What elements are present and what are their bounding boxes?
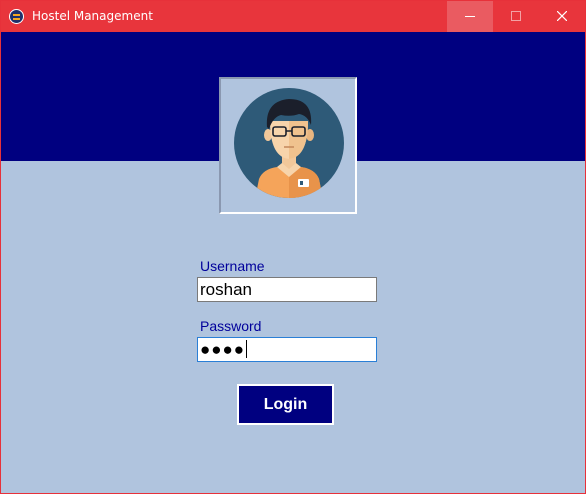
user-avatar-icon (234, 88, 344, 198)
close-icon (557, 11, 567, 21)
minimize-icon (465, 16, 475, 17)
password-mask: ●●●● (200, 340, 246, 359)
maximize-icon (511, 11, 521, 21)
text-caret (246, 340, 248, 358)
window-title: Hostel Management (32, 9, 153, 23)
title-bar[interactable]: Hostel Management (1, 1, 585, 32)
username-label: Username (200, 258, 265, 274)
close-button[interactable] (539, 1, 585, 32)
avatar-picture-box (219, 77, 357, 214)
login-window: Hostel Management Username roshan Passwo… (0, 0, 586, 494)
login-button[interactable]: Login (237, 384, 334, 425)
maximize-button[interactable] (493, 1, 539, 32)
username-value: roshan (200, 280, 252, 299)
username-field[interactable]: roshan (197, 277, 377, 302)
app-icon (9, 9, 24, 24)
minimize-button[interactable] (447, 1, 493, 32)
password-label: Password (200, 318, 262, 334)
password-field[interactable]: ●●●● (197, 337, 377, 362)
